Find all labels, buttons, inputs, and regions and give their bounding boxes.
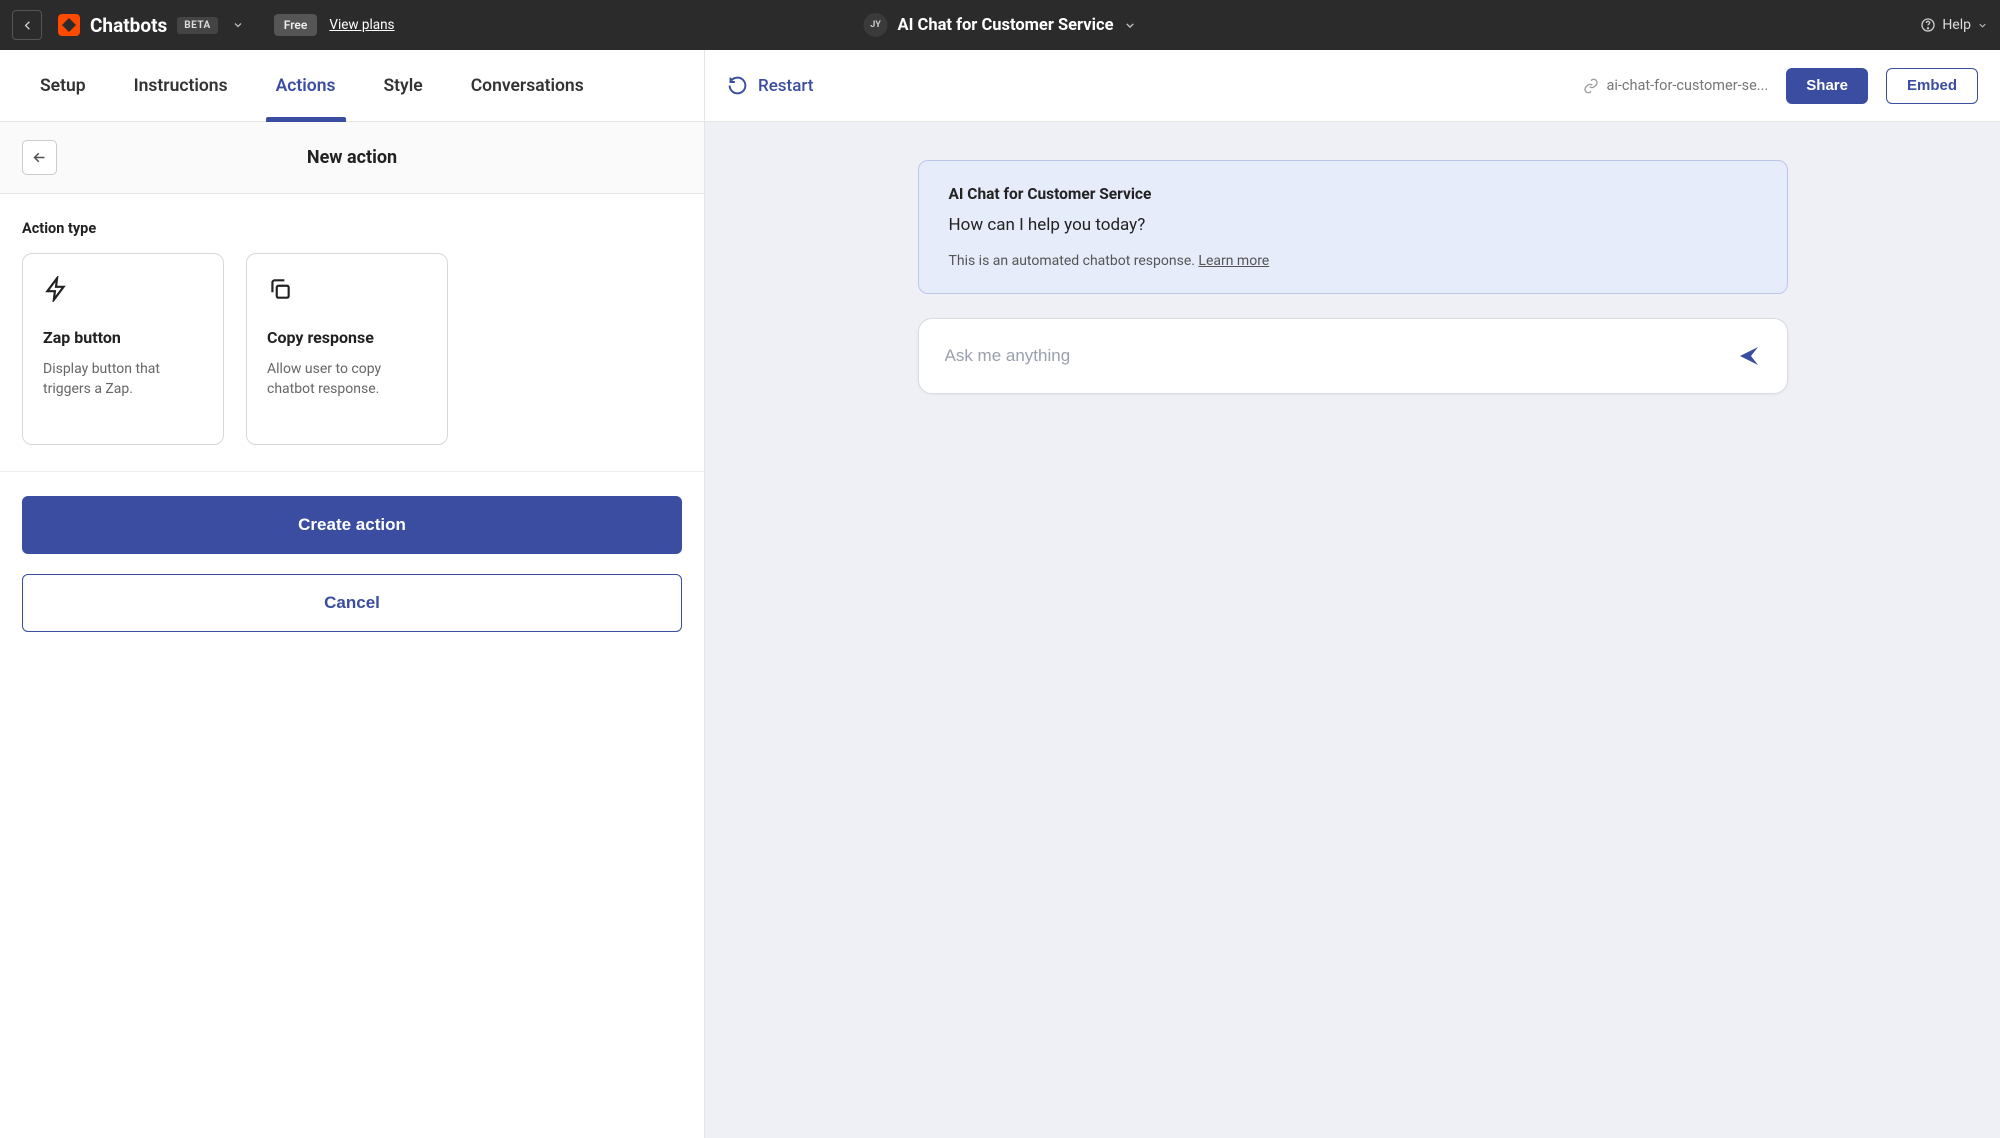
arrow-left-icon xyxy=(20,18,35,33)
chat-input[interactable] xyxy=(945,346,1737,366)
tab-setup[interactable]: Setup xyxy=(30,50,96,121)
send-icon xyxy=(1737,344,1761,368)
card-title: Copy response xyxy=(267,328,427,347)
create-action-button[interactable]: Create action xyxy=(22,496,682,554)
card-desc: Display button that triggers a Zap. xyxy=(43,359,203,400)
learn-more-link[interactable]: Learn more xyxy=(1198,253,1269,269)
bolt-icon xyxy=(43,276,69,302)
chevron-down-icon xyxy=(1977,20,1988,31)
help-menu[interactable]: Help xyxy=(1920,17,1988,33)
panel-back-button[interactable] xyxy=(22,140,57,175)
chat-footnote-text: This is an automated chatbot response. xyxy=(949,253,1199,269)
cancel-button[interactable]: Cancel xyxy=(22,574,682,632)
chevron-down-icon xyxy=(1123,19,1136,32)
send-button[interactable] xyxy=(1737,344,1761,368)
tab-style[interactable]: Style xyxy=(374,50,433,121)
action-type-copy-response[interactable]: Copy response Allow user to copy chatbot… xyxy=(246,253,448,445)
share-button[interactable]: Share xyxy=(1786,68,1868,104)
tab-conversations[interactable]: Conversations xyxy=(461,50,594,121)
restart-label: Restart xyxy=(758,76,813,96)
arrow-left-icon xyxy=(31,149,48,166)
config-tabs: Setup Instructions Actions Style Convers… xyxy=(0,50,705,121)
brand-dropdown[interactable] xyxy=(232,19,244,31)
beta-badge: BETA xyxy=(177,17,218,34)
view-plans-link[interactable]: View plans xyxy=(329,17,394,33)
chat-welcome-card: AI Chat for Customer Service How can I h… xyxy=(918,160,1788,294)
brand-name: Chatbots xyxy=(90,14,167,37)
restart-icon xyxy=(727,75,748,96)
bot-avatar: JY xyxy=(864,13,888,37)
action-type-label: Action type xyxy=(22,220,682,237)
plan-badge: Free xyxy=(274,14,318,36)
chatbot-title: AI Chat for Customer Service xyxy=(898,16,1114,35)
card-title: Zap button xyxy=(43,328,203,347)
tab-actions[interactable]: Actions xyxy=(266,50,346,121)
chatbot-url-text: ai-chat-for-customer-se... xyxy=(1607,77,1769,94)
chat-card-title: AI Chat for Customer Service xyxy=(949,185,1757,203)
link-icon xyxy=(1583,78,1599,94)
restart-button[interactable]: Restart xyxy=(727,75,813,96)
zapier-logo-icon xyxy=(58,14,80,36)
panel-title: New action xyxy=(307,147,397,168)
copy-icon xyxy=(267,276,293,302)
chat-input-bar xyxy=(918,318,1788,394)
help-label: Help xyxy=(1942,17,1971,33)
card-desc: Allow user to copy chatbot response. xyxy=(267,359,427,400)
title-dropdown[interactable] xyxy=(1123,19,1136,32)
chatbot-url[interactable]: ai-chat-for-customer-se... xyxy=(1583,77,1769,94)
global-back-button[interactable] xyxy=(12,10,42,40)
chevron-down-icon xyxy=(232,19,244,31)
chat-greeting: How can I help you today? xyxy=(949,215,1757,235)
help-icon xyxy=(1920,17,1936,33)
tab-instructions[interactable]: Instructions xyxy=(124,50,238,121)
action-type-zap-button[interactable]: Zap button Display button that triggers … xyxy=(22,253,224,445)
embed-button[interactable]: Embed xyxy=(1886,68,1978,104)
